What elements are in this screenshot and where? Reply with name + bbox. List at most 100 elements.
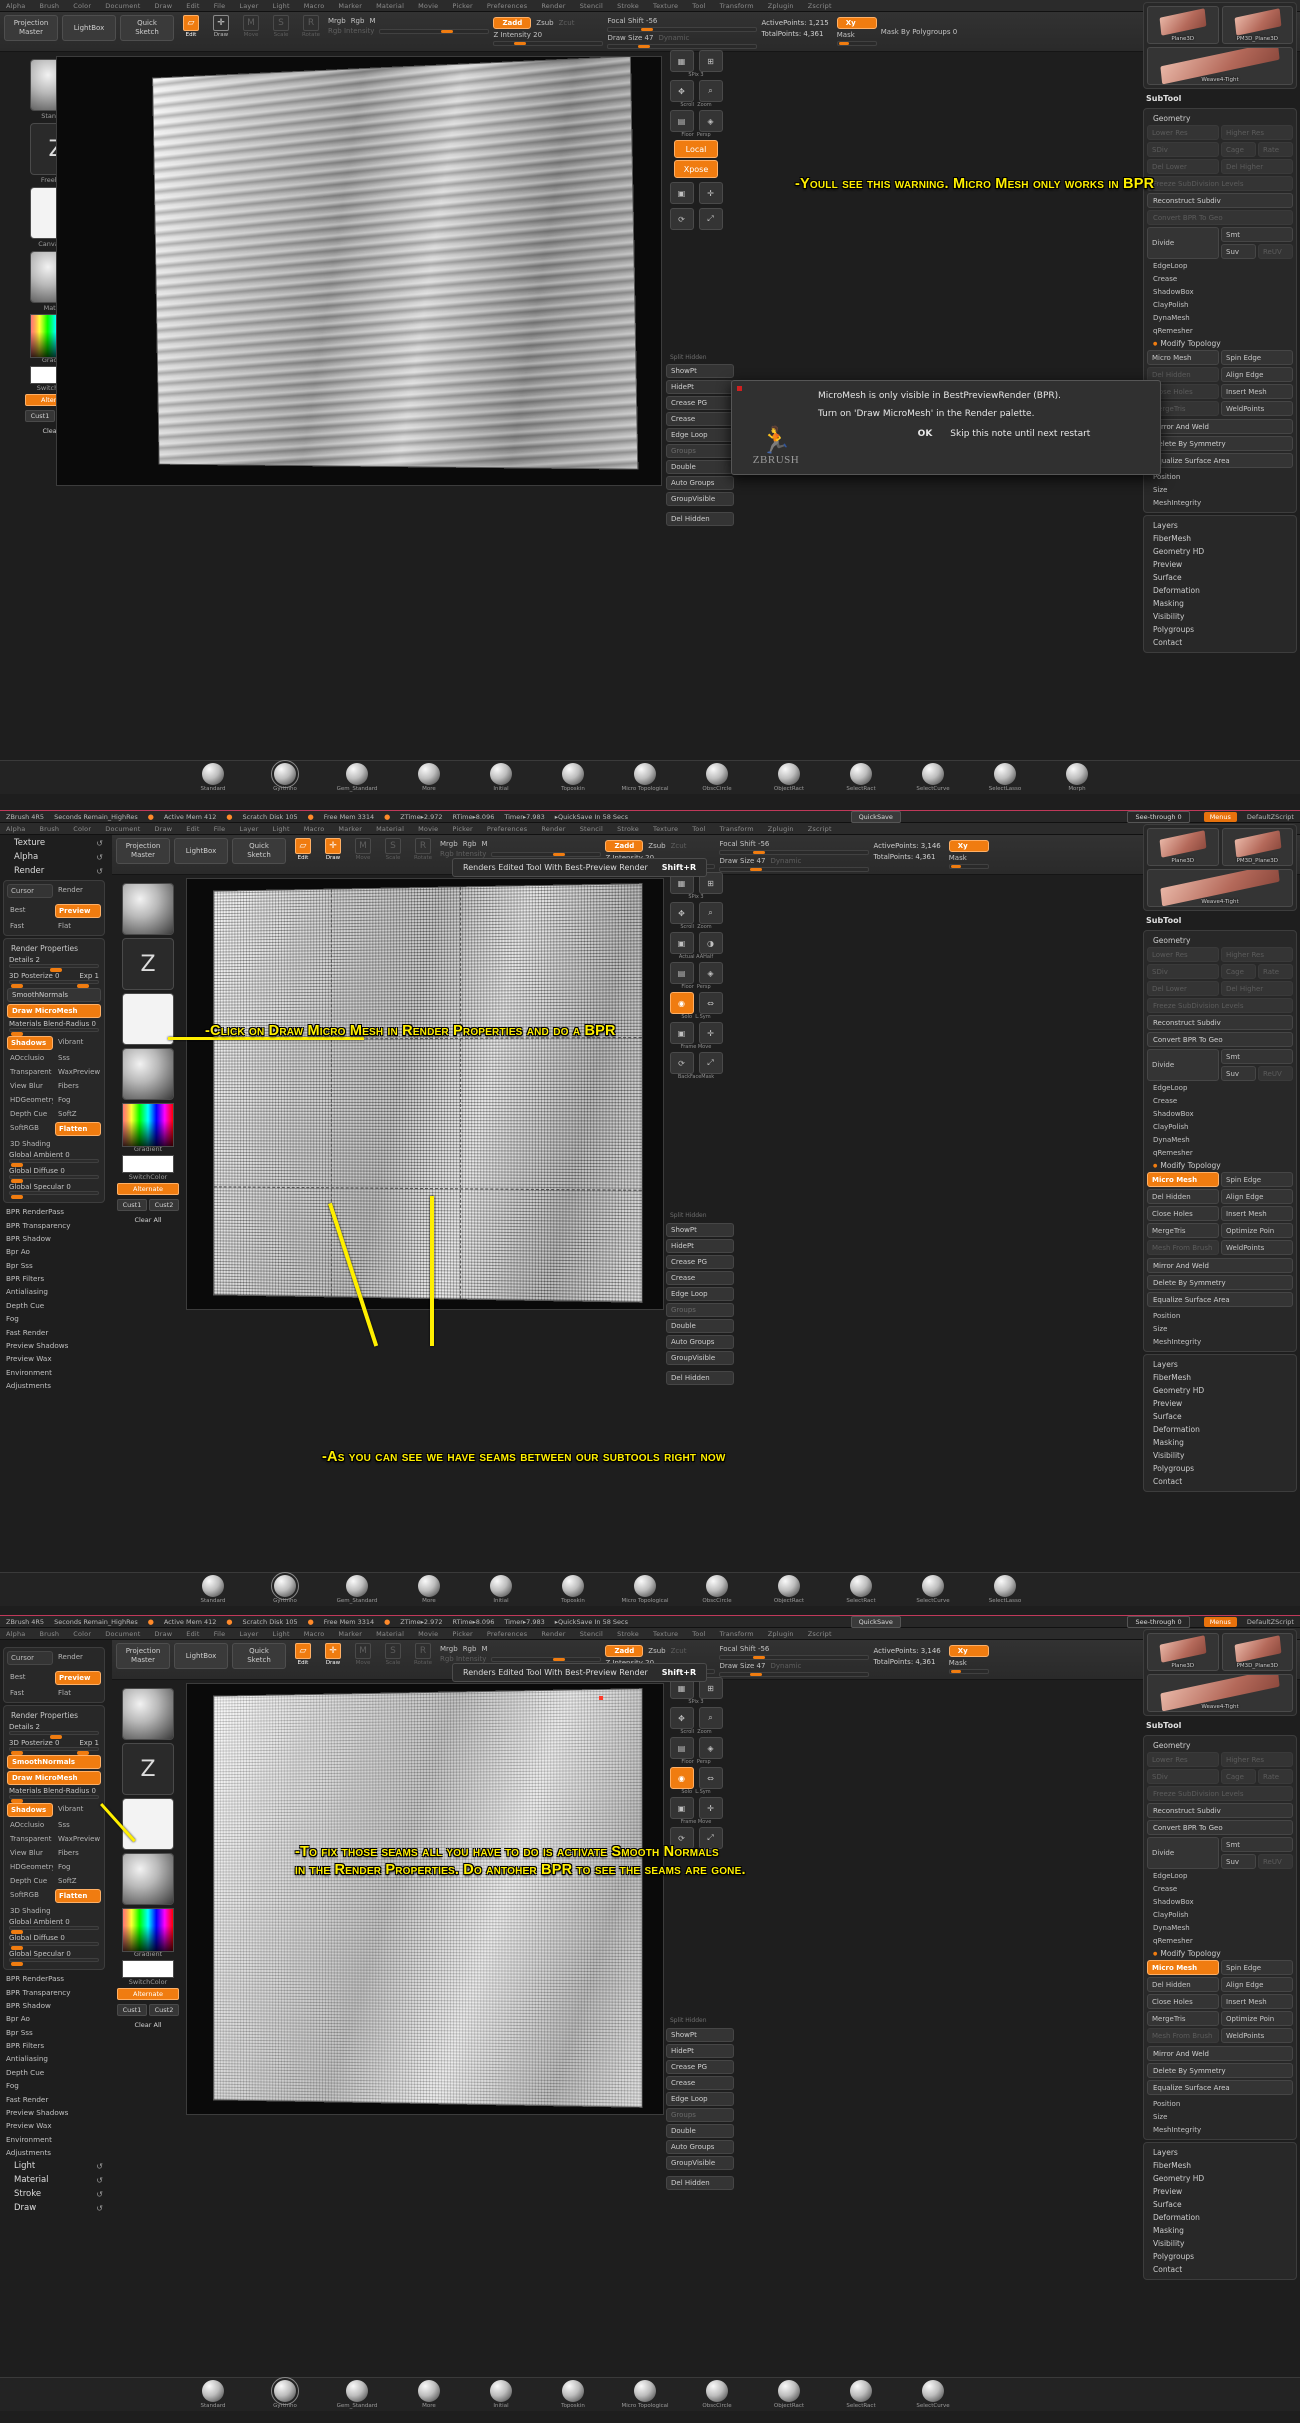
section-layers[interactable]: Layers bbox=[1147, 2146, 1293, 2159]
section-masking[interactable]: Masking bbox=[1147, 1436, 1293, 1449]
section-bpr-filters[interactable]: BPR Filters bbox=[0, 1272, 108, 1285]
bottom-brush-item[interactable]: Gyrtinho bbox=[262, 1572, 308, 1604]
posterize-slider[interactable]: 3D Posterize 0 Exp 1 bbox=[9, 1739, 99, 1755]
stroke-header[interactable]: Stroke ↺ bbox=[0, 2187, 108, 2201]
menu-item[interactable]: Tool bbox=[692, 825, 705, 833]
section-adjustments[interactable]: Adjustments bbox=[0, 2146, 108, 2159]
bottom-brush-item[interactable]: SelectLasso bbox=[982, 1575, 1028, 1604]
edge-loop-button[interactable]: Edge Loop bbox=[666, 428, 734, 442]
section-preview[interactable]: Preview bbox=[1147, 558, 1293, 571]
dynamic-label[interactable]: Dynamic bbox=[658, 34, 689, 42]
bottom-brush-item[interactable]: Toposkin bbox=[550, 763, 596, 792]
mrgb-label[interactable]: Mrgb bbox=[440, 840, 458, 848]
focal-shift-slider[interactable] bbox=[719, 850, 870, 855]
meshintegrity-button[interactable]: MeshIntegrity bbox=[1147, 1335, 1293, 1348]
position-button[interactable]: Position bbox=[1147, 470, 1293, 483]
section-fog[interactable]: Fog bbox=[0, 1312, 108, 1325]
section-contact[interactable]: Contact bbox=[1147, 636, 1293, 649]
global-diffuse-slider[interactable]: Global Diffuse 0 bbox=[9, 1167, 99, 1183]
menu-item[interactable]: File bbox=[214, 2, 226, 10]
menu-item[interactable]: Draw bbox=[155, 1630, 173, 1638]
equalize-surface-button[interactable]: Equalize Surface Area bbox=[1147, 453, 1293, 468]
reset-icon[interactable]: ↺ bbox=[96, 2176, 103, 2185]
move-icon-shelf[interactable]: ✛ bbox=[698, 182, 723, 204]
frame-icon[interactable]: ▣ bbox=[669, 1797, 694, 1819]
brush-thumbnail[interactable] bbox=[122, 883, 174, 935]
convert-bpr-button[interactable]: Convert BPR To Geo bbox=[1147, 1032, 1293, 1047]
close-icon[interactable] bbox=[737, 386, 742, 391]
softz-button[interactable]: SoftZ bbox=[55, 1875, 101, 1887]
section-antialiasing[interactable]: Antialiasing bbox=[0, 1285, 108, 1298]
menu-item[interactable]: Color bbox=[73, 1630, 91, 1638]
menu-item[interactable]: Document bbox=[105, 2, 140, 10]
rate-button[interactable]: Rate bbox=[1258, 1769, 1293, 1784]
switchcolor-label[interactable]: SwitchColor bbox=[112, 1173, 184, 1181]
del-hidden-button[interactable]: Del Hidden bbox=[666, 1371, 734, 1385]
bottom-brush-item[interactable]: Micro Topological bbox=[621, 763, 669, 792]
clear-all-button[interactable]: Clear All bbox=[117, 1215, 179, 1225]
menu-item[interactable]: Layer bbox=[239, 2, 258, 10]
section-geometry-hd[interactable]: Geometry HD bbox=[1147, 2172, 1293, 2185]
bottom-brush-item[interactable]: SelectCurve bbox=[910, 2380, 956, 2409]
floor-icon[interactable]: ▤ bbox=[669, 110, 694, 132]
rgb-label[interactable]: Rgb bbox=[463, 840, 477, 848]
projection-master-button[interactable]: Projection Master bbox=[116, 838, 170, 864]
section-preview[interactable]: Preview bbox=[1147, 1397, 1293, 1410]
menu-item[interactable]: Alpha bbox=[6, 2, 25, 10]
tool-thumb-plane3d[interactable]: Plane3D bbox=[1147, 828, 1219, 866]
section-layers[interactable]: Layers bbox=[1147, 1358, 1293, 1371]
crease-pg-button[interactable]: Crease PG bbox=[666, 396, 734, 410]
spin-edge-button[interactable]: Spin Edge bbox=[1221, 350, 1293, 365]
lsym-icon[interactable]: ⇔ bbox=[698, 992, 723, 1014]
bottom-brush-item[interactable]: Gem_Standard bbox=[334, 2380, 380, 2409]
crease-button-tool[interactable]: Crease bbox=[1147, 1882, 1293, 1895]
vibrant-button[interactable]: Vibrant bbox=[55, 1036, 101, 1050]
section-bpr-renderpass[interactable]: BPR RenderPass bbox=[0, 1205, 108, 1218]
bottom-brush-item[interactable]: Micro Topological bbox=[621, 2380, 669, 2409]
z-intensity-slider[interactable] bbox=[493, 41, 604, 46]
hidept-button[interactable]: HidePt bbox=[666, 2044, 734, 2058]
bottom-brush-item[interactable]: More bbox=[406, 763, 452, 792]
showpt-button[interactable]: ShowPt bbox=[666, 1223, 734, 1237]
dynamesh-button[interactable]: DynaMesh bbox=[1147, 1133, 1293, 1146]
bottom-brush-item[interactable]: Toposkin bbox=[550, 2380, 596, 2409]
convert-bpr-button[interactable]: Convert BPR To Geo bbox=[1147, 210, 1293, 225]
bottom-brush-item[interactable]: SelectLasso bbox=[982, 763, 1028, 792]
focal-shift-slider[interactable] bbox=[607, 27, 758, 32]
material-thumbnail[interactable] bbox=[122, 1853, 174, 1905]
global-diffuse-slider[interactable]: Global Diffuse 0 bbox=[9, 1934, 99, 1950]
tool-thumb-pm3d[interactable]: PM3D_Plane3D bbox=[1221, 6, 1293, 44]
bottom-brush-item[interactable]: ObjectRact bbox=[766, 1575, 812, 1604]
menu-item[interactable]: Stroke bbox=[617, 2, 639, 10]
section-deformation[interactable]: Deformation bbox=[1147, 2211, 1293, 2224]
menu-item[interactable]: Stroke bbox=[617, 1630, 639, 1638]
alternate-button[interactable]: Alternate bbox=[117, 1988, 179, 2000]
zcut-button[interactable]: Zcut bbox=[559, 19, 575, 27]
color-picker[interactable] bbox=[122, 1103, 174, 1147]
cust1-button[interactable]: Cust1 bbox=[117, 2004, 147, 2016]
zsub-button[interactable]: Zsub bbox=[536, 19, 553, 27]
bottom-brush-item[interactable]: Initial bbox=[478, 1575, 524, 1604]
crease-button-tool[interactable]: Crease bbox=[1147, 272, 1293, 285]
view-blur-button[interactable]: View Blur bbox=[7, 1847, 53, 1859]
alpha-header[interactable]: Alpha ↺ bbox=[0, 850, 108, 864]
scale-icon-shelf[interactable]: ⤢ bbox=[698, 208, 723, 230]
hdgeometry-button[interactable]: HDGeometry bbox=[7, 1094, 53, 1106]
sdiv-slider[interactable]: SDiv bbox=[1147, 1769, 1219, 1784]
equalize-surface-button[interactable]: Equalize Surface Area bbox=[1147, 2080, 1293, 2095]
section-antialiasing[interactable]: Antialiasing bbox=[0, 2052, 108, 2065]
menu-item[interactable]: Marker bbox=[338, 825, 362, 833]
bottom-brush-item[interactable]: ObscCircle bbox=[694, 763, 740, 792]
stroke-thumbnail[interactable]: Z bbox=[122, 938, 174, 990]
menu-item[interactable]: Color bbox=[73, 825, 91, 833]
menu-item[interactable]: Transform bbox=[720, 2, 754, 10]
smt-button[interactable]: Smt bbox=[1221, 1049, 1293, 1064]
delete-by-symmetry-button[interactable]: Delete By Symmetry bbox=[1147, 1275, 1293, 1290]
rgb-intensity-slider[interactable] bbox=[379, 28, 490, 34]
close-holes-button[interactable]: Close Holes bbox=[1147, 1206, 1219, 1221]
delete-by-symmetry-button[interactable]: Delete By Symmetry bbox=[1147, 436, 1293, 451]
draw-mode-button[interactable]: ✛ Draw bbox=[320, 838, 346, 868]
scale-mode-button[interactable]: S Scale bbox=[380, 1643, 406, 1673]
section-deformation[interactable]: Deformation bbox=[1147, 1423, 1293, 1436]
bottom-brush-item[interactable]: More bbox=[406, 2380, 452, 2409]
